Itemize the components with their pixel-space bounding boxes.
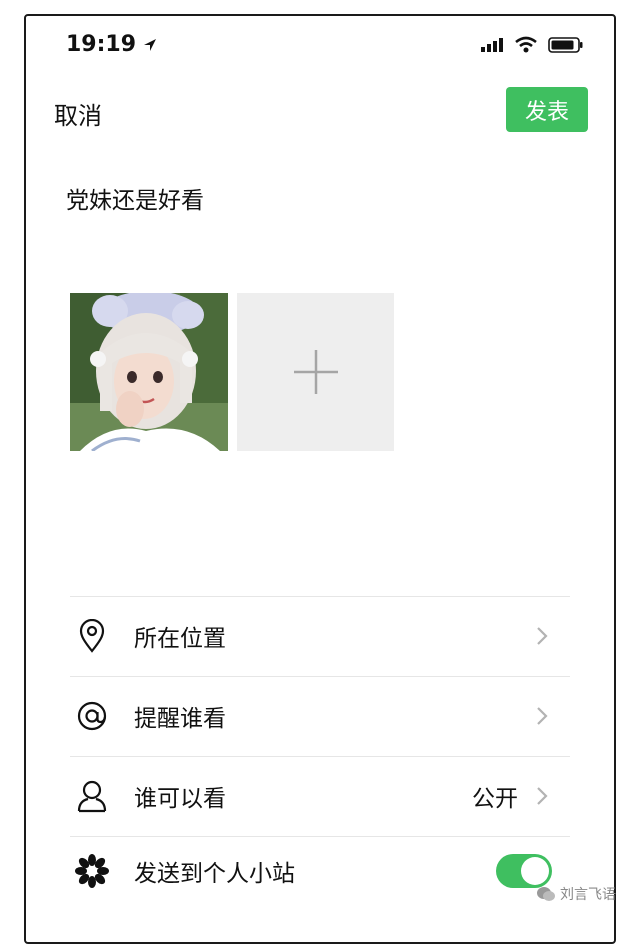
option-personal-site[interactable]: 发送到个人小站 [70,832,570,910]
wifi-icon [515,36,537,53]
location-arrow-icon [144,38,157,51]
option-visibility-label: 谁可以看 [134,786,226,812]
battery-icon [548,37,583,53]
toggle-knob [521,857,549,885]
status-time: 19:19 [66,32,158,57]
status-icons [480,36,584,54]
option-visibility[interactable]: 谁可以看 公开 [70,757,570,835]
flower-icon [74,853,110,889]
at-sign-icon [74,698,110,734]
publish-button[interactable]: 发表 [506,87,588,132]
photo-thumbnail[interactable] [70,293,228,451]
wechat-logo-icon [537,887,555,901]
personal-site-toggle[interactable] [496,854,552,888]
location-pin-icon [74,618,110,654]
watermark-text: 刘言飞语 [560,887,616,903]
option-location-label: 所在位置 [134,626,226,652]
plus-icon [293,350,338,394]
option-mention-label: 提醒谁看 [134,706,226,732]
option-mention[interactable]: 提醒谁看 [70,677,570,755]
chevron-right-icon [537,707,548,725]
chevron-right-icon [537,787,548,805]
watermark: 刘言飞语 [536,884,616,904]
option-visibility-value: 公开 [472,786,518,812]
add-photo-button[interactable] [237,293,394,451]
person-icon [74,778,110,814]
chevron-right-icon [537,627,548,645]
clock: 19:19 [66,32,137,57]
post-text-input[interactable]: 党妹还是好看 [66,181,204,215]
cancel-button[interactable]: 取消 [54,96,102,131]
signal-icon [481,38,503,52]
option-personal-site-label: 发送到个人小站 [134,861,295,887]
option-location[interactable]: 所在位置 [70,597,570,675]
